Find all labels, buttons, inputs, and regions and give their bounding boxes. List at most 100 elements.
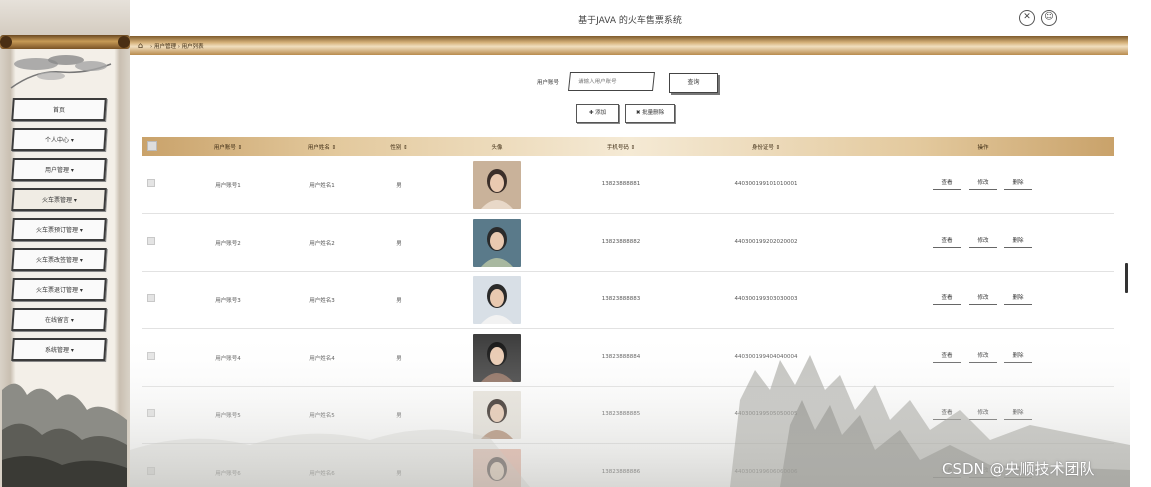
- cell-gender: 男: [396, 183, 402, 189]
- cell-account: 用户账号5: [215, 413, 241, 419]
- column-header: 头像: [491, 145, 503, 151]
- home-icon[interactable]: ⌂: [138, 41, 143, 50]
- edit-button[interactable]: 修改: [969, 178, 997, 190]
- user-circle-icon[interactable]: ☺: [1041, 10, 1057, 26]
- sidebar-item-home[interactable]: 首页: [11, 98, 107, 121]
- sidebar-item-label: 火车票管理 ▾: [41, 197, 77, 204]
- avatar: [473, 448, 521, 487]
- table-row: 用户账号4 用户姓名4 男 13823888884 44030019940404…: [142, 330, 1114, 387]
- cell-gender: 男: [396, 470, 402, 477]
- column-header[interactable]: 性别 ⇕: [390, 143, 407, 151]
- sidebar-item-change-management[interactable]: 火车票改签管理 ▾: [11, 248, 107, 271]
- delete-button[interactable]: 删除: [1004, 351, 1032, 363]
- edit-button[interactable]: 修改: [969, 351, 997, 363]
- cell-account: 用户账号3: [215, 298, 241, 304]
- row-checkbox[interactable]: [147, 466, 155, 475]
- breadcrumb-text: › 用户管理 › 用户列表: [150, 44, 204, 50]
- sidebar-item-label: 系统管理 ▾: [44, 347, 74, 354]
- column-header[interactable]: 身份证号 ⇕: [752, 143, 780, 151]
- avatar: [473, 391, 521, 439]
- cell-id-card: 440300199101010001: [734, 181, 798, 187]
- cell-name: 用户姓名6: [309, 470, 335, 477]
- edit-button[interactable]: 修改: [969, 293, 997, 305]
- cell-phone: 13823888886: [601, 468, 641, 475]
- page-scrollbar[interactable]: [1125, 263, 1128, 293]
- scroll-knob-left: [0, 36, 12, 48]
- cell-phone: 13823888881: [601, 181, 641, 187]
- view-button[interactable]: 查看: [933, 236, 961, 248]
- row-checkbox[interactable]: [147, 236, 155, 245]
- table-row: 用户账号5 用户姓名5 男 13823888885 44030019950505…: [142, 387, 1114, 444]
- cell-account: 用户账号2: [215, 240, 241, 247]
- cell-phone: 13823888885: [601, 411, 641, 417]
- cell-phone: 13823888884: [601, 353, 641, 360]
- search-label: 用户账号: [537, 80, 560, 86]
- cell-id-card: 440300199202020002: [734, 238, 798, 245]
- edit-button[interactable]: 修改: [969, 236, 997, 248]
- sidebar-item-label: 用户管理 ▾: [44, 167, 74, 174]
- cell-name: 用户姓名1: [309, 183, 335, 189]
- cell-name: 用户姓名2: [309, 240, 335, 247]
- watermark: CSDN @央顺技术团队: [942, 460, 1095, 478]
- mountain-landscape-left: [2, 383, 127, 487]
- close-circle-icon[interactable]: ✕: [1019, 10, 1035, 26]
- sidebar-item-label: 火车票改签管理 ▾: [35, 257, 83, 264]
- sidebar-menu: 首页 个人中心 ▾ 用户管理 ▾ 火车票管理 ▾ 火车票预订管理 ▾ 火车票改签…: [11, 98, 108, 368]
- cell-name: 用户姓名5: [309, 413, 335, 419]
- scroll-knob-right: [118, 36, 130, 48]
- column-header[interactable]: 用户姓名 ⇕: [308, 143, 336, 151]
- view-button[interactable]: 查看: [933, 178, 961, 190]
- scroll-ornament-bar: [0, 35, 130, 49]
- sidebar-item-system-management[interactable]: 系统管理 ▾: [11, 338, 107, 361]
- cell-name: 用户姓名3: [309, 298, 335, 304]
- sidebar-item-label: 个人中心 ▾: [44, 137, 74, 144]
- cell-gender: 男: [396, 240, 402, 247]
- cell-name: 用户姓名4: [309, 355, 335, 362]
- view-button[interactable]: 查看: [933, 351, 961, 363]
- row-checkbox[interactable]: [147, 409, 155, 417]
- sidebar-item-booking-management[interactable]: 火车票预订管理 ▾: [11, 218, 107, 241]
- cell-id-card: 440300199606060006: [734, 468, 798, 475]
- cell-id-card: 440300199505050005: [734, 411, 798, 417]
- delete-button[interactable]: 删除: [1004, 178, 1032, 190]
- select-all-checkbox[interactable]: [147, 141, 157, 151]
- cell-phone: 13823888883: [601, 296, 641, 302]
- top-header: 基于JAVA 的火车售票系统 ✕ ☺: [130, 0, 1130, 36]
- cell-gender: 男: [396, 355, 402, 362]
- cell-id-card: 440300199404040004: [734, 353, 798, 360]
- sidebar-item-refund-management[interactable]: 火车票退订管理 ▾: [11, 278, 107, 301]
- delete-button[interactable]: 删除: [1004, 408, 1032, 420]
- sidebar-item-label: 火车票退订管理 ▾: [35, 287, 83, 294]
- sidebar-item-ticket-management[interactable]: 火车票管理 ▾: [11, 188, 107, 211]
- cell-gender: 男: [396, 413, 402, 419]
- add-button[interactable]: ✚ 添加: [576, 104, 619, 123]
- row-checkbox[interactable]: [147, 179, 155, 187]
- sidebar-item-personal-center[interactable]: 个人中心 ▾: [11, 128, 107, 151]
- table-row: 用户账号2 用户姓名2 男 13823888882 44030019920202…: [142, 215, 1114, 272]
- row-checkbox[interactable]: [147, 294, 155, 302]
- search-button[interactable]: 查询: [669, 73, 718, 93]
- batch-delete-button[interactable]: ✖ 批量删除: [625, 104, 675, 123]
- table-header: 用户账号 ⇕ 用户姓名 ⇕ 性别 ⇕ 头像 手机号码 ⇕ 身份证号 ⇕ 操作: [142, 137, 1114, 156]
- row-checkbox[interactable]: [147, 351, 155, 360]
- edit-button[interactable]: 修改: [969, 408, 997, 420]
- avatar: [473, 276, 521, 324]
- delete-button[interactable]: 删除: [1004, 236, 1032, 248]
- delete-button[interactable]: 删除: [1004, 293, 1032, 305]
- cell-gender: 男: [396, 298, 402, 304]
- breadcrumb: ⌂ › 用户管理 › 用户列表: [130, 36, 1128, 55]
- cell-id-card: 440300199303030003: [734, 296, 798, 302]
- cell-account: 用户账号1: [215, 183, 241, 189]
- sidebar-item-messages[interactable]: 在线留言 ▾: [11, 308, 107, 331]
- cell-account: 用户账号4: [215, 355, 241, 362]
- pine-tree-illustration: [10, 55, 112, 89]
- search-input[interactable]: [568, 72, 655, 91]
- sidebar-item-user-management[interactable]: 用户管理 ▾: [11, 158, 107, 181]
- view-button[interactable]: 查看: [933, 293, 961, 305]
- column-header[interactable]: 用户账号 ⇕: [214, 143, 242, 151]
- avatar: [473, 333, 521, 382]
- app-title: 基于JAVA 的火车售票系统: [578, 16, 682, 26]
- avatar: [473, 218, 521, 267]
- column-header[interactable]: 手机号码 ⇕: [607, 143, 635, 151]
- view-button[interactable]: 查看: [933, 408, 961, 420]
